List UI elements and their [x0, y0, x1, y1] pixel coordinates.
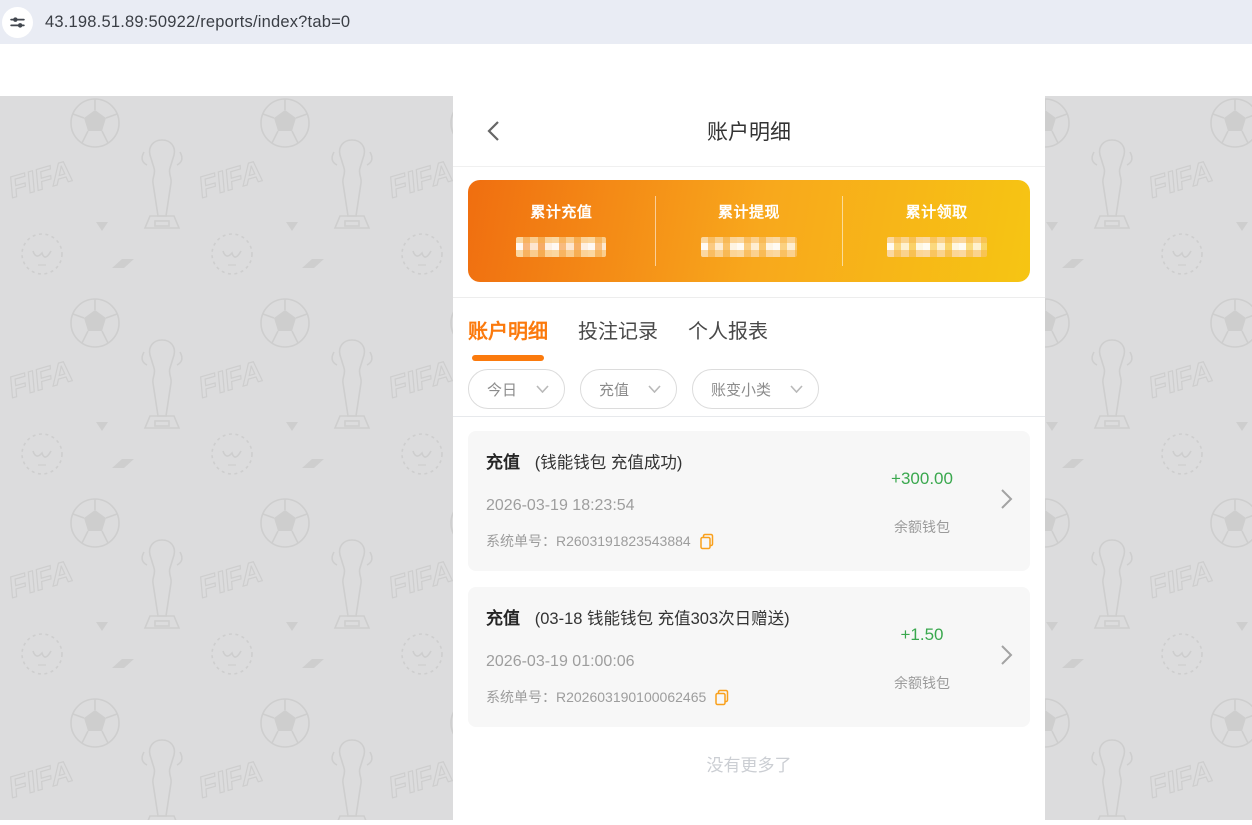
masked-value: [701, 237, 797, 257]
address-bar[interactable]: 43.198.51.89:50922/reports/index?tab=0: [45, 13, 350, 32]
summary-label: 累计提现: [718, 204, 781, 221]
copy-button[interactable]: [699, 533, 715, 550]
transaction-amount-block: +300.00 余额钱包: [862, 469, 982, 537]
filter-label: 今日: [487, 381, 518, 399]
transaction-amount: +300.00: [891, 469, 953, 488]
no-more-text: 没有更多了: [706, 756, 792, 775]
chevron-right-icon: [1001, 645, 1013, 665]
chevron-down-icon: [790, 385, 803, 393]
transaction-wallet: 余额钱包: [894, 519, 950, 535]
summary-total-claim: 累计领取: [843, 180, 1030, 282]
order-number: R202603190100062465: [556, 689, 707, 705]
copy-icon: [699, 533, 713, 549]
chevron-right-icon: [1001, 489, 1013, 509]
transaction-card[interactable]: 充值 (03-18 钱能钱包 充值303次日赠送) 2026-03-19 01:…: [468, 587, 1030, 727]
tab-account-details[interactable]: 账户明细: [468, 315, 548, 361]
app-header: 账户明细: [453, 96, 1045, 167]
summary-label: 累计领取: [905, 204, 968, 221]
order-label: 系统单号：: [486, 689, 556, 705]
order-number: R2603191823543884: [556, 533, 691, 549]
browser-url-bar: 43.198.51.89:50922/reports/index?tab=0: [0, 0, 1252, 44]
transaction-note: (03-18 钱能钱包 充值303次日赠送): [534, 610, 790, 628]
order-label: 系统单号：: [486, 533, 556, 549]
tab-bet-records[interactable]: 投注记录: [578, 315, 658, 361]
transaction-list: 充值 (钱能钱包 充值成功) 2026-03-19 18:23:54 系统单号：…: [453, 417, 1045, 776]
transaction-card[interactable]: 充值 (钱能钱包 充值成功) 2026-03-19 18:23:54 系统单号：…: [468, 431, 1030, 571]
chevron-down-icon: [536, 385, 549, 393]
filter-row: 今日 充值 账变小类: [453, 361, 1045, 409]
summary-total-deposit: 累计充值: [468, 180, 655, 282]
chevron-down-icon: [648, 385, 661, 393]
transaction-amount-block: +1.50 余额钱包: [862, 625, 982, 693]
masked-value: [886, 237, 987, 257]
active-tab-underline: [472, 355, 544, 361]
summary-label: 累计充值: [530, 204, 593, 221]
chevron-left-icon: [486, 121, 499, 141]
back-button[interactable]: [479, 117, 507, 145]
transaction-wallet: 余额钱包: [894, 675, 950, 691]
transaction-type: 充值: [486, 453, 520, 472]
copy-icon: [715, 689, 729, 705]
tab-label: 账户明细: [468, 321, 548, 343]
app-panel: 账户明细 累计充值 累计提现 累计领取 账户明细 投注记录 个人报表 今日 充值…: [453, 44, 1045, 820]
tune-icon: [10, 16, 25, 28]
transaction-note: (钱能钱包 充值成功): [534, 454, 683, 472]
filter-type-dropdown[interactable]: 充值: [580, 369, 678, 409]
tab-personal-report[interactable]: 个人报表: [688, 315, 768, 361]
filter-subtype-dropdown[interactable]: 账变小类: [692, 369, 820, 409]
filter-label: 充值: [599, 381, 630, 399]
page-title: 账户明细: [707, 121, 791, 144]
masked-value: [516, 237, 607, 257]
summary-total-withdraw: 累计提现: [656, 180, 843, 282]
tab-label: 投注记录: [578, 321, 658, 343]
transaction-type: 充值: [486, 609, 520, 628]
filter-date-dropdown[interactable]: 今日: [468, 369, 566, 409]
summary-card: 累计充值 累计提现 累计领取: [468, 180, 1030, 282]
copy-button[interactable]: [714, 689, 730, 706]
filter-label: 账变小类: [711, 381, 772, 399]
site-info-button[interactable]: [2, 6, 33, 38]
summary-section: 累计充值 累计提现 累计领取: [453, 167, 1045, 282]
tab-label: 个人报表: [688, 321, 768, 343]
transaction-amount: +1.50: [900, 625, 944, 644]
tab-bar: 账户明细 投注记录 个人报表: [453, 298, 1045, 361]
